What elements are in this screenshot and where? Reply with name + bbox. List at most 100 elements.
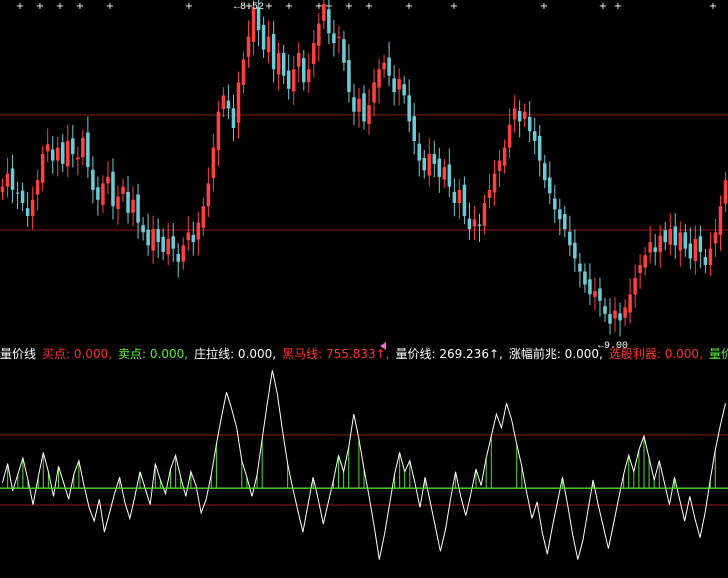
legend-item: 涨幅前兆: 0.000,	[508, 347, 603, 361]
white-indicator-line	[2, 370, 726, 560]
candle-body	[532, 131, 537, 142]
candle-body	[568, 231, 572, 246]
candle-body	[537, 135, 542, 161]
candle-body	[467, 218, 472, 230]
candle-body	[502, 147, 507, 166]
candle-body	[20, 190, 25, 203]
candle-body	[718, 206, 723, 235]
candle-body	[447, 164, 452, 187]
candle-body	[452, 191, 457, 203]
candle-body	[342, 39, 346, 63]
candle-body	[603, 306, 607, 314]
signal-markers: +++++++++++++++++++	[16, 1, 717, 12]
candle-body	[322, 4, 326, 21]
candle-body	[332, 33, 336, 44]
candle-body	[427, 154, 432, 176]
candle-body	[362, 93, 366, 122]
candle-body	[146, 229, 150, 246]
candle-body	[231, 108, 236, 128]
signal-marker: +	[36, 1, 44, 12]
candle-body	[357, 98, 361, 112]
price-gridlines	[0, 114, 728, 231]
candle-body	[643, 255, 647, 268]
candle-body	[392, 78, 396, 93]
candle-body	[347, 60, 351, 93]
signal-marker: +	[185, 1, 193, 12]
candle-body	[628, 294, 632, 313]
candle-body	[76, 157, 80, 160]
signal-marker: +	[365, 1, 373, 12]
signal-marker: +	[315, 1, 323, 12]
candle-body	[477, 224, 482, 226]
candle-body	[30, 199, 35, 217]
candle-body	[542, 163, 547, 181]
signal-marker: +	[16, 1, 24, 12]
candle-body	[573, 242, 577, 259]
green-spike-series	[7, 436, 716, 489]
signal-marker: +	[709, 1, 717, 12]
high-price-label: ←8.52	[234, 2, 264, 13]
candle-body	[291, 69, 296, 92]
candle-body	[487, 189, 492, 198]
candle-body	[352, 97, 356, 112]
signal-marker: +	[345, 1, 353, 12]
candle-body	[588, 279, 592, 295]
candle-body	[221, 95, 226, 110]
candle-body	[266, 36, 271, 53]
candle-body	[151, 229, 155, 251]
candle-body	[337, 36, 341, 38]
candle-body	[653, 247, 657, 252]
candle-body	[201, 206, 206, 228]
candle-body	[106, 176, 110, 184]
candle-body	[55, 147, 60, 161]
candle-body	[66, 141, 70, 167]
candle-body	[226, 100, 231, 109]
candle-body	[307, 69, 311, 83]
candle-body	[312, 43, 316, 65]
legend-item: 量价先	[708, 347, 728, 361]
candle-body	[15, 192, 20, 194]
candle-body	[61, 142, 65, 164]
candle-body	[281, 52, 286, 76]
candle-body	[241, 59, 246, 85]
candle-body	[271, 34, 276, 70]
candle-body	[296, 52, 301, 67]
candle-body	[156, 229, 160, 243]
candle-body	[482, 202, 487, 226]
candle-body	[693, 238, 698, 262]
candle-body	[126, 191, 130, 213]
candle-body	[141, 225, 145, 233]
indicator-legend: 量价线 买点: 0.000, 卖点: 0.000, 庄拉线: 0.000, 黑马线: 7…	[0, 346, 728, 362]
candle-body	[45, 144, 50, 152]
candle-body	[81, 137, 85, 158]
candle-body	[623, 307, 627, 318]
candle-body	[613, 310, 617, 319]
legend-item: 量价线: 269.236↑,	[395, 347, 503, 361]
candle-body	[186, 232, 191, 241]
candle-body	[211, 147, 216, 179]
candle-body	[593, 291, 597, 297]
candle-body	[101, 183, 105, 205]
candle-body	[713, 232, 718, 244]
candle-body	[432, 154, 437, 164]
candle-body	[91, 169, 95, 190]
candle-body	[633, 278, 637, 295]
candle-body	[658, 235, 662, 252]
candle-body	[598, 288, 602, 301]
candle-body	[638, 264, 642, 273]
indicator-lines	[0, 370, 728, 560]
candle-body	[0, 186, 5, 192]
signal-marker: +	[599, 1, 607, 12]
candle-body	[382, 62, 386, 70]
candle-body	[688, 243, 693, 259]
legend-item: 买点: 0.000,	[42, 347, 113, 361]
candle-body	[25, 208, 30, 217]
candle-body	[558, 209, 562, 220]
candle-body	[507, 124, 512, 148]
signal-marker: +	[614, 1, 622, 12]
candle-body	[678, 232, 683, 251]
legend-item: 选股利器: 0.000,	[608, 347, 703, 361]
candle-body	[407, 95, 411, 122]
candle-body	[121, 186, 125, 194]
candle-body	[5, 173, 10, 187]
